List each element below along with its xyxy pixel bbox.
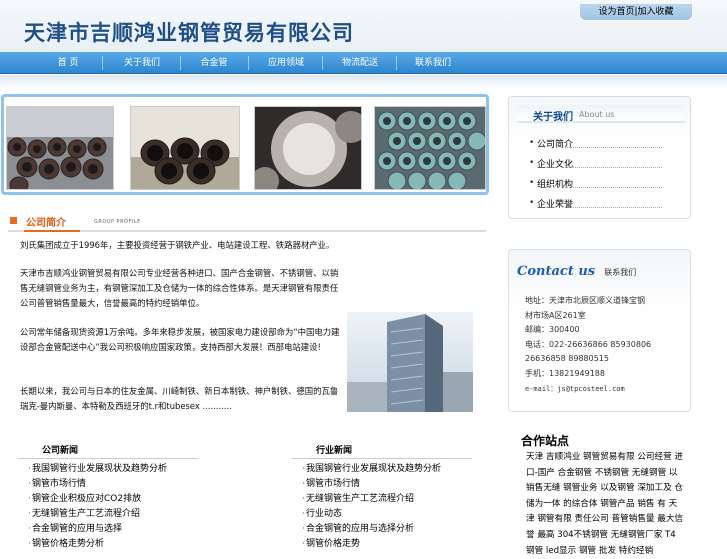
company-news-title: 公司新闻 <box>42 446 79 456</box>
banner-photo-pipes-1[interactable] <box>6 106 114 190</box>
news-divider <box>292 458 472 459</box>
list-item[interactable]: 钢管市场行情 <box>292 477 472 492</box>
industry-news-box: 行业新闻 我国钢管行业发展现状及趋势分析 钢管市场行情 无缝钢管生产工艺流程介绍… <box>292 445 472 552</box>
contact-address: 地址：天津市北辰区顺义道锋宝钢 <box>525 296 645 305</box>
section-square-icon <box>10 217 17 224</box>
cooperation-text[interactable]: 天津 吉顺鸿业 钢管贸易有限 公司经营 进口-国产 合金钢管 不锈钢管 无缝钢管… <box>526 450 684 559</box>
about-us-title: 关于我们 <box>533 112 573 123</box>
product-banner <box>1 94 489 195</box>
list-item[interactable]: 合金钢管的应用与选择分析 <box>292 522 472 537</box>
about-item-organization[interactable]: • 组织机构 <box>509 175 692 195</box>
nav-logistics[interactable]: 物流配送 <box>330 52 390 74</box>
intro-paragraph-2: 天津市吉顺鸿业钢管贸易有限公司专业经营各种进口、国产合金钢管、不锈钢管、以销售无… <box>20 268 339 308</box>
contact-title-cn: 联系我们 <box>604 268 637 277</box>
office-building-image <box>347 312 473 412</box>
main-nav: 首 页 关于我们 合金管 应用领域 物流配送 联系我们 <box>0 52 727 74</box>
nav-separator <box>102 56 103 70</box>
banner-photo-pipes-3[interactable] <box>254 106 362 190</box>
banner-photo-pipes-2[interactable] <box>130 106 240 190</box>
nav-separator <box>180 56 181 70</box>
top-quick-links[interactable]: 设为首页|加入收藏 <box>580 4 692 20</box>
site-header: 天津市吉顺鸿业钢管贸易有限公司 设为首页|加入收藏 <box>0 0 727 52</box>
list-item[interactable]: 合金钢管的应用与选择 <box>18 522 198 537</box>
cooperation-title: 合作站点 <box>521 434 570 448</box>
company-intro-title-en: GROUP PROFILE <box>94 219 141 225</box>
intro-paragraph-3: 公司常年储备现货资源1万余吨。多年来稳步发展，被国家电力建设部命为“中国电力建设… <box>20 327 340 352</box>
section-underline <box>24 230 80 232</box>
nav-alloy-pipe[interactable]: 合金管 <box>188 52 240 74</box>
news-divider <box>18 458 198 459</box>
intro-paragraph-1: 刘氏集团成立于1996年，主要投资经营于钢铁产业、电站建设工程、铁路器材产业。 <box>20 240 335 250</box>
about-item-culture[interactable]: • 企业文化 <box>509 155 692 175</box>
contact-address-2: 材市场A区261室 <box>525 310 586 320</box>
nav-about[interactable]: 关于我们 <box>112 52 172 74</box>
list-item[interactable]: 我国钢管行业发展现状及趋势分析 <box>292 462 472 477</box>
contact-details: 地址：天津市北辰区顺义道锋宝钢 材市场A区261室 邮编：300400 电话：0… <box>525 294 685 396</box>
contact-postcode: 邮编：300400 <box>525 325 580 335</box>
list-item[interactable]: 钢管市场行情 <box>18 477 198 492</box>
about-item-profile[interactable]: • 公司简介 <box>509 135 692 155</box>
contact-panel: Contact us 联系我们 地址：天津市北辰区顺义道锋宝钢 材市场A区261… <box>508 249 691 412</box>
contact-email[interactable]: e-mail：js@tpcosteel.com <box>525 382 685 397</box>
banner-photo-pipes-4[interactable] <box>374 106 486 190</box>
list-item[interactable]: 行业动态 <box>292 507 472 522</box>
nav-separator <box>248 56 249 70</box>
company-intro-header: 公司简介 GROUP PROFILE <box>8 212 486 232</box>
about-item-honors[interactable]: • 企业荣誉 <box>509 195 692 215</box>
contact-phone-2: 26636858 89880515 <box>525 354 609 364</box>
about-us-header: 关于我们 About us <box>517 105 685 123</box>
list-item[interactable]: 无缝钢管生产工艺流程介绍 <box>18 507 198 522</box>
intro-paragraph-4: 长期以来，我公司与日本的住友金属、川崎制铁、新日本制铁、神户制铁、德国的瓦鲁瑞克… <box>20 386 339 411</box>
nav-contact[interactable]: 联系我们 <box>403 52 463 74</box>
list-item[interactable]: 无缝钢管生产工艺流程介绍 <box>292 492 472 507</box>
contact-phone: 电话：022-26636866 85930806 <box>525 339 652 349</box>
nav-applications[interactable]: 应用领域 <box>256 52 316 74</box>
nav-separator <box>396 56 397 70</box>
about-us-list: • 公司简介 • 企业文化 • 组织机构 • 企业荣誉 <box>509 135 692 215</box>
contact-title: Contact us <box>517 264 596 279</box>
contact-header: Contact us 联系我们 <box>517 260 636 279</box>
industry-news-title: 行业新闻 <box>316 446 353 456</box>
contact-mobile: 手机：13821949188 <box>525 368 605 378</box>
list-item[interactable]: 我国钢管行业发展现状及趋势分析 <box>18 462 198 477</box>
list-item[interactable]: 钢管企业积极应对CO2排放 <box>18 492 198 507</box>
company-news-box: 公司新闻 我国钢管行业发展现状及趋势分析 钢管市场行情 钢管企业积极应对CO2排… <box>18 445 198 552</box>
company-logo[interactable]: 天津市吉顺鸿业钢管贸易有限公司 <box>24 17 354 47</box>
nav-shadow <box>0 75 727 89</box>
nav-home[interactable]: 首 页 <box>40 52 96 74</box>
nav-separator <box>322 56 323 70</box>
about-us-title-en: About us <box>579 110 615 119</box>
company-intro-title: 公司简介 <box>26 218 66 229</box>
about-us-panel: 关于我们 About us • 公司简介 • 企业文化 • 组织机构 • 企业荣誉 <box>508 96 691 219</box>
